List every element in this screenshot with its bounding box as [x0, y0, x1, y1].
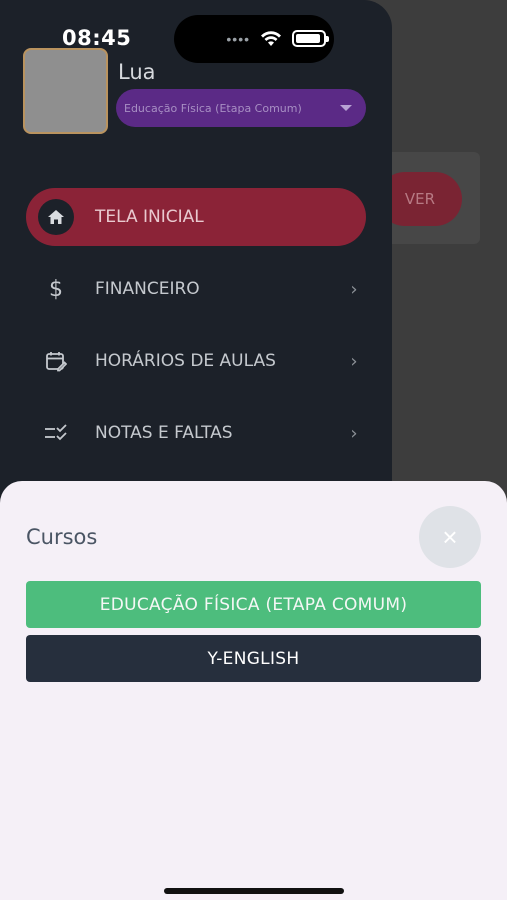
courses-bottom-sheet: Cursos × EDUCAÇÃO FÍSICA (ETAPA COMUM) Y… [0, 481, 507, 900]
course-select[interactable]: Educação Física (Etapa Comum) [116, 89, 366, 127]
menu-item-horarios[interactable]: HORÁRIOS DE AULAS › [26, 332, 366, 390]
checklist-icon [38, 415, 74, 451]
menu-item-label: NOTAS E FALTAS [95, 423, 233, 443]
close-icon: × [442, 521, 458, 552]
course-select-value: Educação Física (Etapa Comum) [124, 101, 302, 115]
menu-item-label: TELA INICIAL [95, 207, 204, 227]
menu-item-tela-inicial[interactable]: TELA INICIAL [26, 188, 366, 246]
menu-item-financeiro[interactable]: $ FINANCEIRO › [26, 260, 366, 318]
chevron-right-icon: › [350, 422, 358, 444]
chevron-right-icon: › [350, 350, 358, 372]
user-name: Lua [118, 60, 156, 84]
close-button[interactable]: × [419, 506, 481, 568]
signal-icon: •••• [226, 30, 250, 47]
chevron-right-icon: › [350, 278, 358, 300]
menu-item-notas-faltas[interactable]: NOTAS E FALTAS › [26, 404, 366, 462]
dollar-icon: $ [49, 276, 63, 302]
menu-item-label: HORÁRIOS DE AULAS [95, 351, 276, 371]
course-option-y-english[interactable]: Y-ENGLISH [26, 635, 481, 682]
menu-item-label: FINANCEIRO [95, 279, 200, 299]
home-indicator[interactable] [164, 888, 344, 894]
avatar[interactable] [23, 48, 108, 134]
course-option-educacao-fisica[interactable]: EDUCAÇÃO FÍSICA (ETAPA COMUM) [26, 581, 481, 628]
sheet-title: Cursos [26, 525, 98, 549]
caret-down-icon [340, 105, 352, 111]
battery-icon [292, 30, 329, 47]
home-icon [38, 199, 74, 235]
status-time: 08:45 [62, 26, 132, 50]
status-icons: •••• [226, 30, 329, 47]
calendar-edit-icon [38, 343, 74, 379]
wifi-icon [261, 30, 281, 46]
